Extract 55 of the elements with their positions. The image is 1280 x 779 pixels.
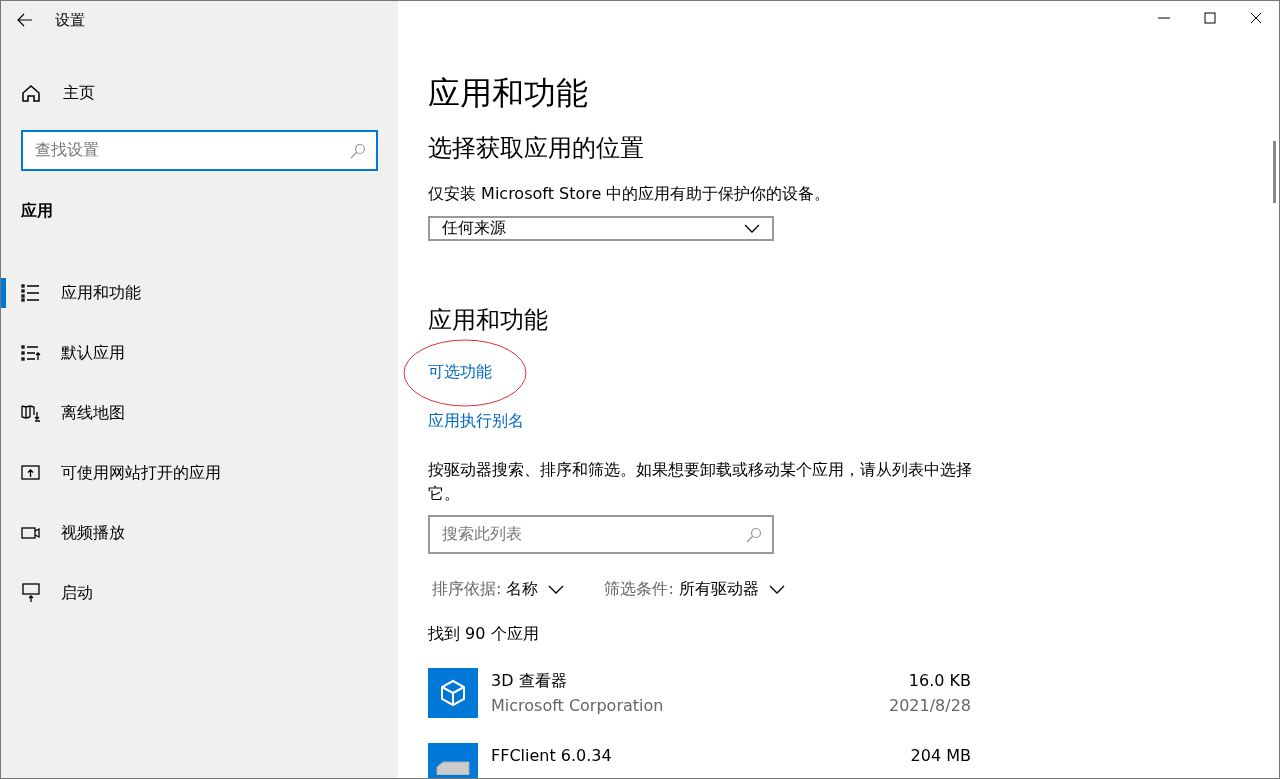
app-date: 2021/8/28 xyxy=(888,695,971,717)
map-icon xyxy=(21,404,41,422)
cube-icon xyxy=(440,679,466,707)
sidebar-item-label: 离线地图 xyxy=(61,402,125,424)
monitor-arrow-icon xyxy=(21,583,41,603)
app-publisher: Microsoft Corporation xyxy=(491,695,665,717)
link[interactable]: 可选功能 xyxy=(428,360,492,384)
box-icon xyxy=(433,761,473,775)
sidebar-item-label: 启动 xyxy=(61,582,93,604)
close-icon xyxy=(1250,12,1262,24)
description-text: 按驱动器搜索、排序和筛选。如果想要卸载或移动某个应用，请从列表中选择它。 xyxy=(428,459,973,505)
section-heading: 应用 xyxy=(20,201,54,222)
search-icon xyxy=(350,142,366,159)
sidebar-item[interactable]: 视频播放 xyxy=(1,503,398,563)
sidebar-item-label: 应用和功能 xyxy=(61,282,141,304)
home-icon xyxy=(21,84,41,102)
section-heading: 选择获取应用的位置 xyxy=(428,133,645,164)
sidebar-item[interactable]: 应用和功能 xyxy=(1,263,398,323)
sidebar-item-label: 默认应用 xyxy=(61,342,125,364)
open-window-icon xyxy=(21,464,41,482)
list-icon xyxy=(21,345,41,361)
sidebar-item[interactable]: 默认应用 xyxy=(1,323,398,383)
link[interactable]: 应用执行别名 xyxy=(428,409,524,433)
app-list-item[interactable]: FFClient 6.0.34 204 MB xyxy=(428,743,971,778)
settings-search-field[interactable]: 查找设置 xyxy=(21,130,378,171)
section-heading: 应用和功能 xyxy=(428,305,549,336)
list-search-field[interactable]: 搜索此列表 xyxy=(428,515,774,554)
chevron-down-icon xyxy=(768,585,785,594)
app-name: 3D 查看器 xyxy=(491,670,568,692)
search-icon xyxy=(746,526,762,543)
sidebar-item-label: 可使用网站打开的应用 xyxy=(61,462,221,484)
app-list-item[interactable]: 3D 查看器 Microsoft Corporation 16.0 KB 2021/8/28 xyxy=(428,668,971,718)
sort-dropdown[interactable]: 排序依据: 名称 xyxy=(432,579,565,600)
maximize-icon xyxy=(1204,12,1216,24)
filter-dropdown[interactable]: 筛选条件: 所有驱动器 xyxy=(604,579,785,600)
app-size: 204 MB xyxy=(910,745,971,767)
chevron-down-icon xyxy=(744,224,760,233)
scrollbar[interactable] xyxy=(1273,141,1276,203)
app-size: 16.0 KB xyxy=(908,670,971,692)
source-dropdown[interactable]: 任何来源 xyxy=(428,216,774,241)
chevron-down-icon xyxy=(548,585,565,594)
sidebar-item-label: 视频播放 xyxy=(61,522,125,544)
page-title: 应用和功能 xyxy=(428,73,589,114)
window-title: 设置 xyxy=(55,10,85,30)
back-arrow-icon[interactable] xyxy=(17,13,33,27)
minimize-icon xyxy=(1158,17,1170,19)
sidebar-item[interactable]: 离线地图 xyxy=(1,383,398,443)
home-link[interactable]: 主页 xyxy=(1,75,398,111)
list-icon xyxy=(21,284,41,302)
sidebar-item[interactable]: 可使用网站打开的应用 xyxy=(1,443,398,503)
app-name: FFClient 6.0.34 xyxy=(491,745,613,767)
video-camera-icon xyxy=(21,526,41,540)
description-text: 仅安装 Microsoft Store 中的应用有助于保护你的设备。 xyxy=(428,183,832,205)
sidebar-item[interactable]: 启动 xyxy=(1,563,398,623)
result-count: 找到 90 个应用 xyxy=(428,623,540,645)
